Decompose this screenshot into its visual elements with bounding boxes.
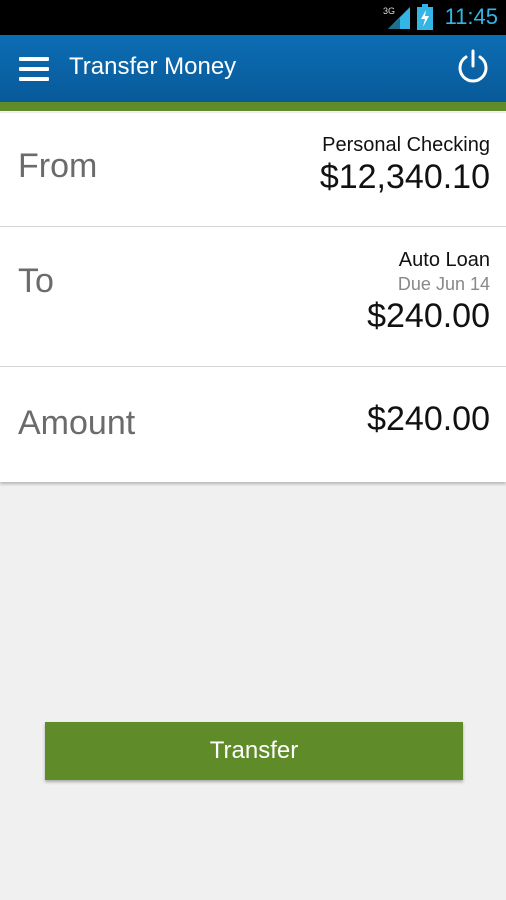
page-title: Transfer Money (69, 53, 237, 80)
battery-charging-icon (417, 4, 433, 30)
header-accent-strip (0, 102, 506, 111)
clock: 11:45 (444, 4, 498, 29)
from-account-name: Personal Checking (322, 134, 490, 156)
amount-value-container: $240.00 (367, 399, 490, 439)
from-row[interactable]: From Personal Checking $12,340.10 (0, 113, 506, 227)
power-icon[interactable] (456, 49, 490, 85)
menu-icon[interactable] (19, 57, 49, 81)
from-label: From (18, 147, 98, 185)
app-bar: Transfer Money (0, 35, 506, 111)
amount-value: $240.00 (367, 400, 490, 438)
signal-icon (388, 7, 410, 29)
to-due-date: Due Jun 14 (397, 274, 490, 294)
to-account-info: Auto Loan Due Jun 14 $240.00 (367, 248, 490, 336)
status-bar: 3G 11:45 (0, 0, 506, 35)
to-label: To (18, 262, 54, 300)
to-account-name: Auto Loan (398, 249, 490, 271)
amount-label: Amount (18, 404, 136, 442)
from-account-balance: $12,340.10 (319, 158, 490, 196)
to-account-amount: $240.00 (367, 297, 490, 335)
transfer-button[interactable]: Transfer (45, 722, 463, 780)
from-account-info: Personal Checking $12,340.10 (320, 133, 490, 197)
transfer-form: From Personal Checking $12,340.10 To Aut… (0, 113, 506, 482)
